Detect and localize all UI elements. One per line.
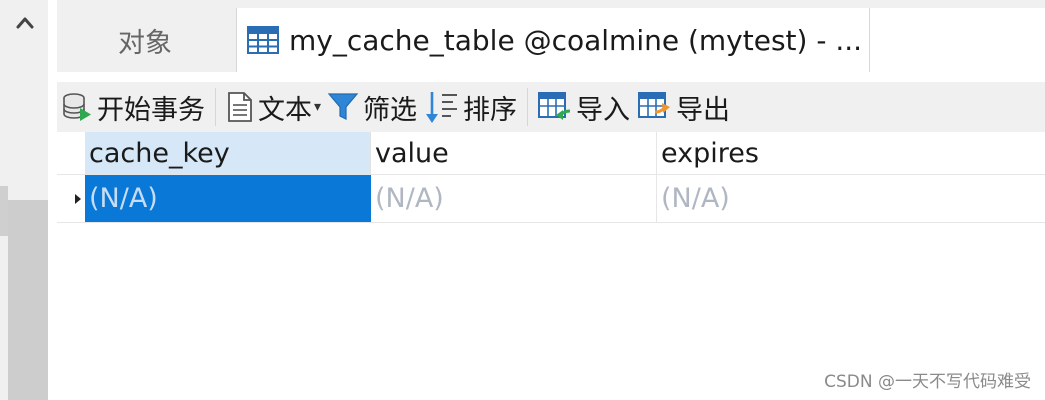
begin-transaction-button[interactable]: 开始事务	[61, 87, 205, 127]
tab-bar-empty-area	[870, 8, 1045, 72]
sort-button[interactable]: 排序	[425, 87, 517, 127]
import-table-icon	[538, 92, 571, 120]
column-header-cache-key[interactable]: cache_key	[85, 132, 371, 174]
database-transaction-icon	[63, 93, 91, 121]
tab-objects[interactable]: 对象	[57, 8, 233, 72]
grid-cell[interactable]: (N/A)	[371, 175, 657, 222]
grid-header-row: cache_key value expires	[57, 132, 1045, 175]
filter-label: 筛选	[363, 94, 418, 126]
toolbar-separator	[215, 88, 216, 126]
tab-table-editor-label: my_cache_table @coalmine (mytest) - ...	[289, 23, 863, 57]
toolbar: 开始事务 文本 ▾ 筛选 排序 导入 导出	[57, 82, 1045, 132]
filter-icon	[327, 93, 359, 120]
tab-bar: 对象 my_cache_table @coalmine (mytest) - .…	[57, 0, 1045, 72]
left-panel-strip	[0, 0, 48, 400]
begin-transaction-label: 开始事务	[97, 94, 205, 126]
grid-cell-selected[interactable]: (N/A)	[85, 175, 371, 222]
chevron-up-icon[interactable]	[14, 12, 36, 34]
toolbar-separator	[527, 88, 529, 126]
data-grid: cache_key value expires (N/A) (N/A) (N/A…	[57, 132, 1045, 400]
export-table-icon	[638, 92, 671, 118]
text-document-icon	[228, 92, 252, 122]
current-row-indicator-icon	[75, 194, 81, 204]
scrollbar-thumb[interactable]	[0, 186, 8, 236]
filter-button[interactable]: 筛选	[327, 87, 417, 127]
panel-gap	[48, 0, 57, 400]
sort-icon	[426, 92, 458, 123]
text-view-label: 文本	[258, 94, 312, 126]
column-header-value[interactable]: value	[371, 132, 657, 174]
export-button[interactable]: 导出	[638, 87, 730, 127]
import-button[interactable]: 导入	[538, 87, 630, 127]
text-view-button[interactable]: 文本 ▾	[226, 87, 321, 127]
sort-label: 排序	[463, 94, 518, 126]
table-icon	[247, 26, 279, 54]
watermark: CSDN @一天不写代码难受	[824, 372, 1031, 392]
table-row[interactable]: (N/A) (N/A) (N/A)	[57, 175, 1045, 223]
dropdown-caret-icon[interactable]: ▾	[314, 99, 321, 115]
panel-splitter[interactable]	[8, 200, 48, 400]
import-label: 导入	[576, 94, 631, 126]
export-label: 导出	[676, 94, 731, 126]
column-header-expires[interactable]: expires	[657, 132, 1045, 174]
grid-cell[interactable]: (N/A)	[657, 175, 1045, 222]
tab-objects-label: 对象	[118, 27, 172, 59]
tab-table-editor[interactable]: my_cache_table @coalmine (mytest) - ...	[236, 8, 870, 72]
